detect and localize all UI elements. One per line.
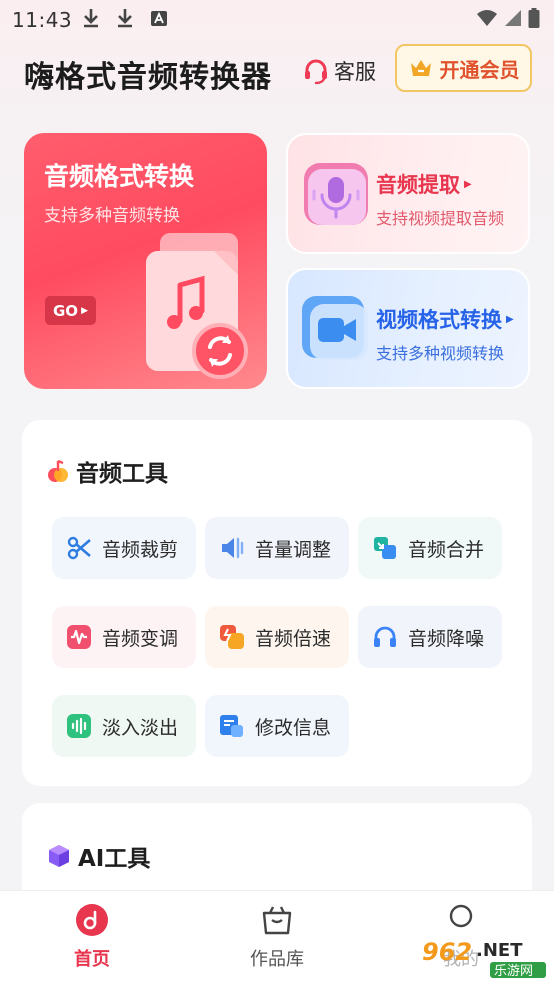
watermark-logo: 962 .NET 乐游网	[416, 936, 548, 980]
keyboard-a-icon	[151, 11, 167, 26]
music-note-icon	[48, 459, 68, 482]
tool-label: 音量调整	[255, 538, 332, 561]
customer-service-button[interactable]: 客服	[302, 56, 376, 86]
vip-label: 开通会员	[439, 57, 520, 82]
go-button[interactable]: GO ▶	[45, 296, 96, 325]
headphones-icon	[374, 626, 396, 647]
audio-tools-title: 音频工具	[76, 461, 168, 487]
video-format-convert-title: 视频格式转换 ▶	[376, 304, 514, 334]
caret-right-icon: ▶	[506, 313, 514, 325]
tool-pitch-shift[interactable]: 音频变调	[52, 606, 196, 668]
merge-icon	[374, 537, 396, 559]
video-format-convert-card[interactable]: 视频格式转换 ▶ 支持多种视频转换	[286, 268, 530, 389]
crown-icon	[410, 60, 431, 76]
video-format-convert-subtitle: 支持多种视频转换	[376, 344, 505, 363]
tool-audio-merge[interactable]: 音频合并	[358, 517, 502, 579]
info-edit-icon	[220, 715, 243, 737]
ai-cube-icon	[49, 845, 69, 867]
status-time: 11:43	[12, 8, 73, 32]
ai-tools-header: AI工具	[46, 839, 150, 873]
video-format-convert-title-text: 视频格式转换	[376, 308, 502, 332]
svg-text:.NET: .NET	[476, 940, 523, 961]
tool-edit-info[interactable]: 修改信息	[205, 695, 349, 757]
tool-label: 音频合并	[408, 538, 485, 561]
app-title: 嗨格式音频转换器	[24, 60, 272, 95]
wifi-icon	[477, 10, 497, 26]
audio-format-convert-card[interactable]: 音频格式转换 支持多种音频转换 GO ▶	[24, 133, 267, 389]
vip-button[interactable]: 开通会员	[395, 44, 532, 92]
microphone-icon	[304, 163, 368, 225]
download-icon	[84, 9, 98, 28]
tool-label: 音频变调	[102, 627, 179, 650]
waveform-icon	[67, 625, 91, 649]
nav-label: 作品库	[250, 949, 304, 970]
home-music-icon	[76, 904, 108, 936]
ai-tools-title: AI工具	[78, 846, 151, 872]
tool-label: 修改信息	[255, 716, 332, 739]
battery-icon	[528, 8, 540, 28]
fade-icon	[67, 714, 91, 738]
works-bag-icon	[262, 906, 292, 935]
tool-volume-adjust[interactable]: 音量调整	[205, 517, 349, 579]
audio-tools-header: 音频工具	[46, 454, 168, 488]
tool-fade-in-out[interactable]: 淡入淡出	[52, 695, 196, 757]
tool-audio-speed[interactable]: 音频倍速	[205, 606, 349, 668]
tool-audio-cut[interactable]: 音频裁剪	[52, 517, 196, 579]
tool-label: 音频裁剪	[102, 538, 179, 561]
tool-label: 音频倍速	[255, 627, 332, 650]
volume-icon	[222, 537, 244, 559]
audio-extract-card[interactable]: 音频提取 ▶ 支持视频提取音频	[286, 133, 530, 254]
play-arrow-icon: ▶	[81, 305, 88, 316]
tool-label: 淡入淡出	[102, 716, 179, 739]
video-camera-icon	[302, 296, 368, 360]
audio-extract-subtitle: 支持视频提取音频	[376, 209, 505, 228]
caret-right-icon: ▶	[464, 178, 472, 190]
speed-icon	[220, 625, 244, 649]
audio-format-convert-title: 音频格式转换	[44, 162, 195, 191]
go-label: GO	[53, 301, 79, 320]
nav-home[interactable]: 首页	[32, 903, 152, 971]
headset-icon	[305, 59, 327, 85]
customer-service-label: 客服	[334, 60, 376, 84]
nav-works[interactable]: 作品库	[217, 903, 337, 971]
status-bar: 11:43	[0, 0, 554, 38]
svg-text:962: 962	[422, 938, 472, 966]
svg-text:乐游网: 乐游网	[494, 964, 533, 979]
tool-label: 音频降噪	[408, 627, 485, 650]
audio-extract-title-text: 音频提取	[376, 173, 460, 197]
audio-tools-panel: 音频工具 音频裁剪 音量调整 音频合并 音频变调 音频倍速 音频降噪 淡入淡出 …	[22, 420, 532, 786]
signal-icon	[505, 10, 521, 26]
music-file-convert-icon	[146, 233, 248, 379]
download-icon	[118, 9, 132, 28]
nav-label: 首页	[74, 949, 110, 970]
scissors-icon	[67, 536, 91, 560]
tool-noise-reduction[interactable]: 音频降噪	[358, 606, 502, 668]
audio-format-convert-subtitle: 支持多种音频转换	[44, 206, 180, 226]
audio-extract-title: 音频提取 ▶	[376, 169, 472, 199]
